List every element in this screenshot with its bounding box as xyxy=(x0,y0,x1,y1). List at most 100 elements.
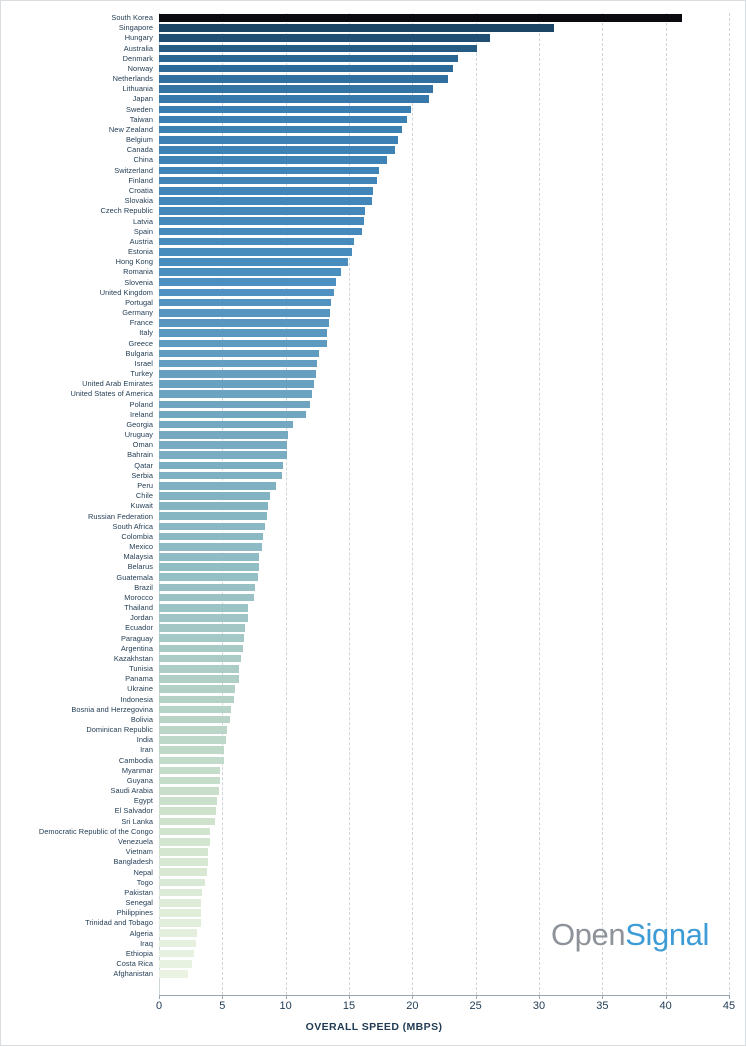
bar-row[interactable]: Serbia xyxy=(1,471,746,481)
bar[interactable] xyxy=(159,634,244,643)
bar-row[interactable]: Bahrain xyxy=(1,450,746,460)
bar[interactable] xyxy=(159,298,332,307)
bar[interactable] xyxy=(159,502,268,510)
bar[interactable] xyxy=(159,166,380,175)
bar-row[interactable]: South Africa xyxy=(1,522,746,532)
bar-row[interactable]: Malaysia xyxy=(1,552,746,562)
bar-row[interactable]: Ireland xyxy=(1,410,746,420)
bar[interactable] xyxy=(159,705,232,714)
bar-row[interactable]: Australia xyxy=(1,44,746,54)
bar-row[interactable]: Estonia xyxy=(1,247,746,257)
bar[interactable] xyxy=(159,553,260,561)
bar-row[interactable]: Hungary xyxy=(1,33,746,43)
bar[interactable] xyxy=(159,726,228,734)
bar[interactable] xyxy=(159,400,310,409)
bar[interactable] xyxy=(159,247,352,256)
bar-row[interactable]: Slovenia xyxy=(1,277,746,287)
bar[interactable] xyxy=(159,268,342,276)
bar-row[interactable]: Morocco xyxy=(1,593,746,603)
bar-row[interactable]: India xyxy=(1,735,746,745)
bar-row[interactable]: Denmark xyxy=(1,54,746,64)
bar-row[interactable]: Nepal xyxy=(1,867,746,877)
bar-row[interactable]: Belarus xyxy=(1,562,746,572)
bar-row[interactable]: Italy xyxy=(1,328,746,338)
bar[interactable] xyxy=(159,349,319,358)
bar[interactable] xyxy=(159,878,205,887)
bar-row[interactable]: Germany xyxy=(1,308,746,318)
bar-row[interactable]: Latvia xyxy=(1,216,746,226)
bar-row[interactable]: Vietnam xyxy=(1,847,746,857)
bar[interactable] xyxy=(159,776,220,785)
bar[interactable] xyxy=(159,888,203,897)
bar[interactable] xyxy=(159,827,210,836)
bar-row[interactable]: Afghanistan xyxy=(1,969,746,979)
bar-row[interactable]: Czech Republic xyxy=(1,206,746,216)
bar[interactable] xyxy=(159,370,317,378)
bar-row[interactable]: Japan xyxy=(1,94,746,104)
bar[interactable] xyxy=(159,44,477,53)
bar-row[interactable]: Sri Lanka xyxy=(1,817,746,827)
bar[interactable] xyxy=(159,186,374,195)
bar[interactable] xyxy=(159,603,248,612)
bar-row[interactable]: Croatia xyxy=(1,186,746,196)
bar[interactable] xyxy=(159,909,201,917)
bar-row[interactable]: Spain xyxy=(1,227,746,237)
bar[interactable] xyxy=(159,380,314,388)
bar[interactable] xyxy=(159,125,403,134)
bar[interactable] xyxy=(159,868,208,877)
bar-row[interactable]: Qatar xyxy=(1,461,746,471)
bar[interactable] xyxy=(159,563,260,571)
bar[interactable] xyxy=(159,278,337,287)
bar-row[interactable]: Russian Federation xyxy=(1,511,746,521)
bar[interactable] xyxy=(159,817,215,826)
bar-row[interactable]: Jordan xyxy=(1,613,746,623)
bar[interactable] xyxy=(159,420,294,429)
bar[interactable] xyxy=(159,156,387,164)
bar[interactable] xyxy=(159,919,201,927)
bar-row[interactable]: France xyxy=(1,318,746,328)
bar-row[interactable]: Guyana xyxy=(1,776,746,786)
bar[interactable] xyxy=(159,197,372,205)
bar-row[interactable]: Ecuador xyxy=(1,623,746,633)
bar-row[interactable]: Switzerland xyxy=(1,166,746,176)
bar-row[interactable]: Bangladesh xyxy=(1,857,746,867)
bar[interactable] xyxy=(159,685,235,693)
bar[interactable] xyxy=(159,237,355,246)
bar-row[interactable]: Pakistan xyxy=(1,888,746,898)
bar[interactable] xyxy=(159,807,216,815)
bar[interactable] xyxy=(159,654,242,663)
bar[interactable] xyxy=(159,837,210,846)
bar[interactable] xyxy=(159,217,365,226)
bar[interactable] xyxy=(159,939,196,948)
bar[interactable] xyxy=(159,644,243,653)
bar[interactable] xyxy=(159,573,258,582)
bar[interactable] xyxy=(159,105,412,114)
bar-row[interactable]: Democratic Republic of the Congo xyxy=(1,827,746,837)
bar-row[interactable]: Thailand xyxy=(1,603,746,613)
bar[interactable] xyxy=(159,532,263,541)
bar[interactable] xyxy=(159,583,256,592)
bar[interactable] xyxy=(159,136,399,144)
bar-row[interactable]: United States of America xyxy=(1,389,746,399)
bar-row[interactable]: Panama xyxy=(1,674,746,684)
bar-row[interactable]: Bolivia xyxy=(1,715,746,725)
bar[interactable] xyxy=(159,451,287,459)
bar[interactable] xyxy=(159,431,289,439)
bar[interactable] xyxy=(159,24,555,32)
bar-row[interactable]: Peru xyxy=(1,481,746,491)
bar[interactable] xyxy=(159,481,276,490)
bar-row[interactable]: Chile xyxy=(1,491,746,501)
bar[interactable] xyxy=(159,471,282,480)
bar-row[interactable]: Venezuela xyxy=(1,837,746,847)
bar-row[interactable]: Portugal xyxy=(1,298,746,308)
bar[interactable] xyxy=(159,970,189,978)
bar[interactable] xyxy=(159,848,209,856)
bar-row[interactable]: Myanmar xyxy=(1,766,746,776)
bar[interactable] xyxy=(159,227,362,236)
bar[interactable] xyxy=(159,207,366,215)
bar[interactable] xyxy=(159,359,318,368)
bar[interactable] xyxy=(159,512,267,521)
bar[interactable] xyxy=(159,75,448,83)
bar[interactable] xyxy=(159,146,395,154)
bar[interactable] xyxy=(159,319,329,327)
